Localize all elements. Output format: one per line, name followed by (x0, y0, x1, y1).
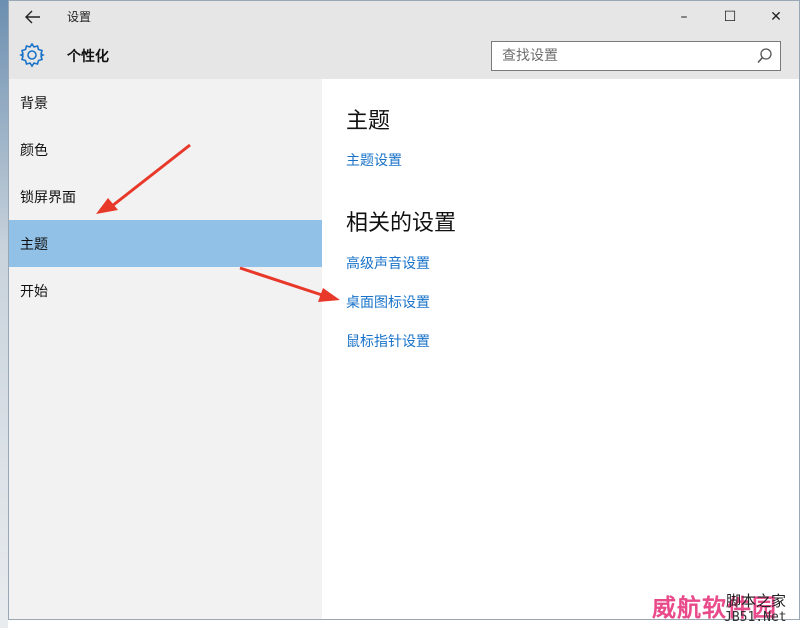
section-heading-related-settings: 相关的设置 (346, 211, 457, 236)
sidebar-item-background[interactable]: 背景 (9, 79, 322, 126)
sidebar-item-label: 锁屏界面 (20, 189, 76, 206)
sidebar-item-lock-screen[interactable]: 锁屏界面 (9, 173, 322, 220)
mouse-pointer-settings-link[interactable]: 鼠标指针设置 (346, 331, 430, 351)
sidebar-item-themes[interactable]: 主题 (9, 220, 322, 267)
sidebar-item-label: 颜色 (20, 142, 48, 159)
watermark-url: JB51.Net (724, 610, 787, 625)
section-heading-themes: 主题 (346, 109, 391, 134)
search-icon[interactable] (756, 47, 774, 65)
desktop-icon-settings-link[interactable]: 桌面图标设置 (346, 292, 430, 312)
maximize-button[interactable]: ☐ (707, 1, 753, 33)
desktop-background (0, 0, 8, 628)
search-box (491, 41, 781, 71)
gear-icon (19, 42, 45, 68)
sidebar-item-start[interactable]: 开始 (9, 267, 322, 314)
content-pane: 主题 主题设置 相关的设置 高级声音设置 桌面图标设置 鼠标指针设置 (322, 79, 799, 619)
close-button[interactable]: ✕ (753, 1, 799, 33)
arrow-left-icon (25, 10, 40, 24)
sidebar-item-label: 开始 (20, 283, 48, 300)
minimize-button[interactable]: – (661, 1, 707, 33)
page-header: 个性化 (9, 33, 799, 79)
settings-window: 设置 – ☐ ✕ 个性化 背景 颜色 锁 (8, 0, 800, 620)
advanced-sound-settings-link[interactable]: 高级声音设置 (346, 253, 430, 273)
watermark-source: 脚本之家 (726, 592, 787, 610)
sidebar-item-label: 主题 (20, 236, 48, 253)
back-button[interactable] (19, 5, 47, 29)
sidebar-item-label: 背景 (20, 95, 48, 112)
sidebar-item-colors[interactable]: 颜色 (9, 126, 322, 173)
sidebar: 背景 颜色 锁屏界面 主题 开始 (9, 79, 322, 619)
search-input[interactable] (492, 42, 762, 70)
theme-settings-link[interactable]: 主题设置 (346, 150, 402, 170)
title-bar: 设置 – ☐ ✕ (9, 1, 799, 33)
page-title: 个性化 (67, 49, 109, 65)
window-title: 设置 (67, 10, 92, 24)
window-controls: – ☐ ✕ (661, 1, 799, 33)
